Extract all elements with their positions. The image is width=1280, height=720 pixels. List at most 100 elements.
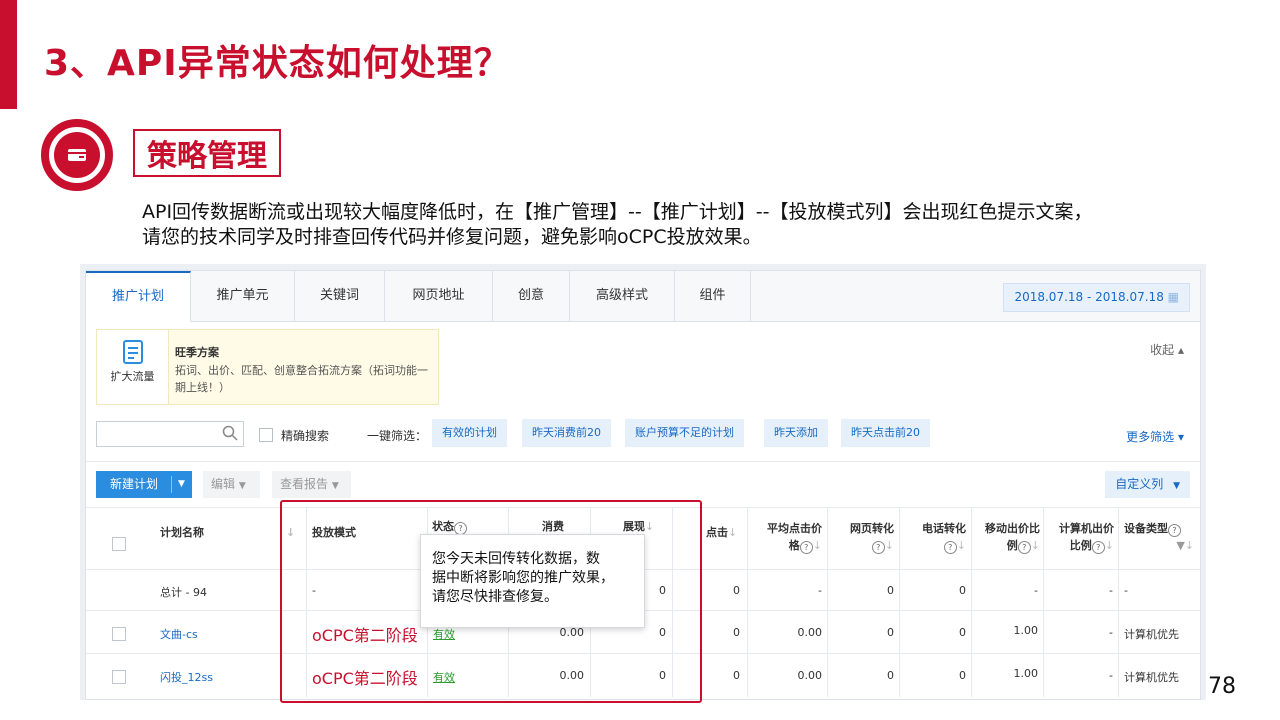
col-divider: [1043, 611, 1044, 654]
web-conv-value: 0: [887, 669, 894, 682]
quick-filter-budget-low[interactable]: 账户预算不足的计划: [625, 419, 744, 447]
custom-columns-button[interactable]: 自定义列 ▼: [1105, 471, 1190, 498]
new-plan-button[interactable]: 新建计划 ▼: [96, 471, 192, 498]
sort-arrow-icon[interactable]: ↓: [957, 539, 966, 552]
header-mobile-bid-line2: 例: [1006, 539, 1018, 552]
more-filters-link[interactable]: 更多筛选 ▾: [1126, 428, 1184, 445]
precise-search-checkbox[interactable]: [259, 428, 273, 442]
date-range-text: 2018.07.18 - 2018.07.18: [1014, 290, 1164, 304]
caret-down-icon[interactable]: ▼: [178, 471, 185, 498]
description-line: 请您的技术同学及时排查回传代码并修复问题，避免影响oCPC投放效果。: [142, 226, 762, 248]
tab-creative[interactable]: 创意: [493, 271, 570, 321]
clicks-value: 0: [733, 626, 740, 639]
tab-unit[interactable]: 推广单元: [191, 271, 295, 321]
header-mobile-bid[interactable]: 移动出价比 例? ↓: [974, 520, 1040, 554]
total-avg: -: [818, 584, 822, 597]
header-name[interactable]: 计划名称: [160, 524, 204, 541]
col-divider: [971, 508, 972, 570]
total-web: 0: [887, 584, 894, 597]
device-value: 计算机优先: [1124, 628, 1179, 641]
phone-conv-value: 0: [959, 626, 966, 639]
header-phone-conv[interactable]: 电话转化 ? ↓: [904, 520, 966, 554]
tab-keyword[interactable]: 关键词: [295, 271, 385, 321]
collapse-link[interactable]: 收起 ▴: [1150, 341, 1184, 358]
plan-name-link[interactable]: 闪投_12ss: [160, 669, 213, 685]
sort-arrow-icon[interactable]: ↓: [1185, 539, 1194, 552]
warning-tooltip: 您今天未回传转化数据，数 据中断将影响您的推广效果， 请您尽快排查修复。: [420, 534, 645, 628]
description-line: API回传数据断流或出现较大幅度降低时，在【推广管理】--【推广计划】--【投放…: [142, 201, 1093, 223]
total-phone: 0: [959, 584, 966, 597]
header-web-conv[interactable]: 网页转化 ? ↓: [834, 520, 894, 554]
description: API回传数据断流或出现较大幅度降低时，在【推广管理】--【推广计划】--【投放…: [142, 200, 1222, 250]
col-divider: [1118, 508, 1119, 570]
header-clicks[interactable]: 点击↓: [706, 524, 737, 541]
col-divider: [1043, 654, 1044, 697]
button-separator: [171, 476, 172, 493]
search-icon[interactable]: [222, 425, 238, 445]
slide-title: 3、API异常状态如何处理？: [44, 43, 511, 84]
header-pc-bid-line2: 比例: [1069, 539, 1092, 552]
col-divider: [899, 508, 900, 570]
header-mobile-bid-line1: 移动出价比: [985, 522, 1040, 535]
row-checkbox[interactable]: [112, 627, 126, 641]
tab-url[interactable]: 网页地址: [385, 271, 493, 321]
help-icon[interactable]: ?: [1168, 524, 1181, 537]
tooltip-line: 请您尽快排查修复。: [432, 589, 558, 605]
pc-bid-value: -: [1109, 626, 1113, 639]
col-divider: [1118, 654, 1119, 697]
header-web-conv-label: 网页转化: [850, 522, 894, 535]
tab-component[interactable]: 组件: [675, 271, 751, 321]
quick-filter-cost-top20[interactable]: 昨天消费前20: [522, 419, 611, 447]
filter-icon[interactable]: ▼: [1176, 539, 1184, 552]
sort-arrow-icon[interactable]: ↓: [813, 539, 822, 552]
recommend-desc: 拓词、出价、匹配、创意整合拓流方案（拓词功能一期上线！）: [175, 364, 428, 394]
sort-arrow-icon[interactable]: ↓: [1105, 539, 1114, 552]
col-divider: [971, 611, 972, 654]
avg-click-value: 0.00: [797, 626, 823, 639]
sort-arrow-icon[interactable]: ↓: [1031, 539, 1040, 552]
help-icon[interactable]: ?: [943, 541, 957, 554]
sort-arrow-icon[interactable]: ↓: [728, 526, 737, 539]
col-divider: [1043, 508, 1044, 570]
recommend-card[interactable]: 扩大流量 旺季方案 拓词、出价、匹配、创意整合拓流方案（拓词功能一期上线！）: [96, 329, 439, 405]
phone-conv-value: 0: [959, 669, 966, 682]
help-icon[interactable]: ?: [1017, 541, 1031, 554]
edit-button[interactable]: 编辑 ▼: [203, 471, 260, 498]
help-icon[interactable]: ?: [871, 541, 885, 554]
document-icon: [122, 340, 144, 364]
header-avg-click-line1: 平均点击价: [767, 522, 822, 535]
new-plan-label: 新建计划: [110, 477, 159, 491]
tab-plan[interactable]: 推广计划: [86, 271, 191, 322]
precise-search-label: 精确搜索: [281, 429, 330, 443]
quick-filter-click-top20[interactable]: 昨天点击前20: [841, 419, 930, 447]
header-device[interactable]: 设备类型? ▼↓: [1124, 520, 1194, 554]
header-avg-click[interactable]: 平均点击价 格? ↓: [754, 520, 822, 554]
view-report-label: 查看报告: [280, 477, 329, 491]
help-icon[interactable]: ?: [1091, 541, 1105, 554]
header-pc-bid-line1: 计算机出价: [1059, 522, 1114, 535]
divider: [86, 461, 1200, 462]
row-checkbox[interactable]: [112, 670, 126, 684]
select-all-checkbox[interactable]: [112, 537, 126, 551]
help-icon[interactable]: ?: [799, 541, 813, 554]
total-name: 总计 - 94: [160, 586, 207, 599]
col-divider: [827, 611, 828, 654]
quick-filter-effective[interactable]: 有效的计划: [432, 419, 507, 447]
plan-name-link[interactable]: 文曲-cs: [160, 626, 198, 642]
sort-arrow-icon[interactable]: ↓: [885, 539, 894, 552]
view-report-button[interactable]: 查看报告 ▼: [272, 471, 351, 498]
col-divider: [899, 611, 900, 654]
total-clicks: 0: [733, 584, 740, 597]
clicks-value: 0: [733, 669, 740, 682]
header-pc-bid[interactable]: 计算机出价 比例? ↓: [1046, 520, 1114, 554]
tab-advanced-style[interactable]: 高级样式: [570, 271, 675, 321]
header-clicks-label: 点击: [706, 526, 728, 539]
edit-label: 编辑: [211, 477, 236, 491]
date-range-picker[interactable]: 2018.07.18 - 2018.07.18 ▦: [1003, 283, 1190, 312]
col-divider: [971, 654, 972, 697]
mobile-bid-value[interactable]: 1.00: [986, 624, 1039, 637]
recommend-title: 旺季方案: [175, 346, 219, 359]
quick-filter-added-yesterday[interactable]: 昨天添加: [764, 419, 828, 447]
mobile-bid-value[interactable]: 1.00: [986, 667, 1039, 680]
tooltip-line: 您今天未回传转化数据，数: [432, 551, 600, 567]
